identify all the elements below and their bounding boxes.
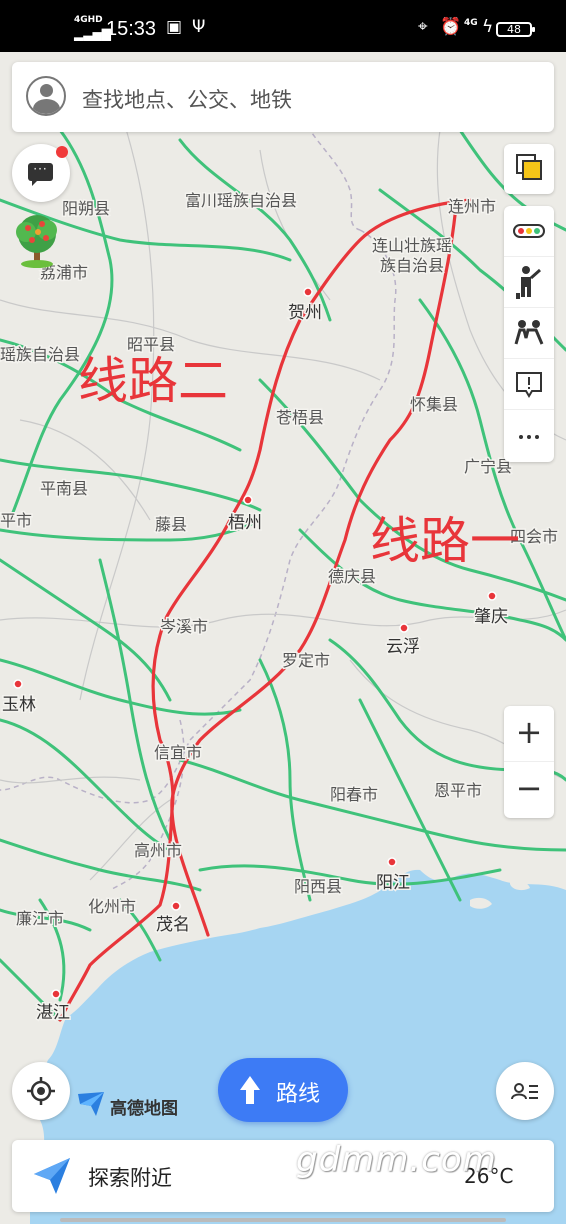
avatar-icon-body xyxy=(33,99,60,114)
amap-logo-icon xyxy=(78,1092,104,1116)
more-button[interactable] xyxy=(504,410,554,461)
zoom-in-button[interactable]: + xyxy=(504,706,554,762)
map-label: 云浮 xyxy=(386,637,420,656)
map-canvas[interactable]: 阳朔县 富川瑶族自治县 连州市 荔浦市 连山壮族瑶 族自治县 贺州 昭平县 瑶族… xyxy=(0,0,566,1224)
map-label: 苍梧县 xyxy=(276,409,324,427)
map-label: 德庆县 xyxy=(328,568,376,586)
map-label: 玉林 xyxy=(2,695,36,714)
map-label: 化州市 xyxy=(88,898,136,916)
people-icon xyxy=(514,320,544,345)
map-label: 罗定市 xyxy=(282,652,330,670)
feedback-icon xyxy=(516,372,542,398)
avatar-icon-head xyxy=(40,84,53,97)
network-type-label: 4GHD xyxy=(74,15,103,25)
charging-icon: ϟ xyxy=(482,17,494,37)
alarm-icon: ⏰ xyxy=(440,17,462,37)
locate-button[interactable] xyxy=(12,1062,70,1120)
map-label: 阳西县 xyxy=(294,878,342,896)
map-label: 恩平市 xyxy=(434,782,482,800)
list-icon xyxy=(511,1083,538,1100)
map-label: 肇庆 xyxy=(474,607,508,626)
crosshair-icon xyxy=(27,1077,55,1105)
app-notification-icon: ▣ xyxy=(166,17,183,37)
map-label: 连山壮族瑶 xyxy=(372,237,452,255)
message-icon: ··· xyxy=(28,163,53,186)
map-label: 高州市 xyxy=(134,842,182,860)
traffic-light-icon xyxy=(513,224,545,238)
street-view-button[interactable] xyxy=(504,257,554,308)
message-button[interactable]: ··· xyxy=(12,144,70,202)
route-two-annotation: 线路二 xyxy=(78,352,228,410)
amap-logo-text: 高德地图 xyxy=(110,1099,178,1119)
status-time: 15:33 xyxy=(106,18,157,40)
map-label: 阳春市 xyxy=(330,786,378,804)
route-arrow-icon xyxy=(240,1076,260,1104)
map-label: 湛江 xyxy=(36,1003,70,1022)
route-one-annotation: 线路一 xyxy=(370,512,520,570)
network-4g-label: 4G xyxy=(464,18,478,28)
notification-dot xyxy=(56,146,68,158)
location-icon: ⌖ xyxy=(418,17,428,37)
report-button[interactable] xyxy=(504,359,554,410)
map-label: 怀集县 xyxy=(410,396,458,414)
route-button[interactable]: 路线 xyxy=(218,1058,348,1122)
map-tool-panel xyxy=(504,144,554,462)
map-label: 连州市 xyxy=(448,198,496,216)
person-pointing-icon xyxy=(516,266,541,299)
zoom-out-button[interactable]: − xyxy=(504,762,554,818)
watermark: gdmm.com xyxy=(296,1140,497,1180)
home-indicator xyxy=(60,1218,506,1222)
layers-icon xyxy=(516,154,542,180)
city-dot xyxy=(243,495,253,505)
map-label: 族自治县 xyxy=(380,257,444,275)
zoom-controls: + − xyxy=(504,706,554,818)
search-bar[interactable]: 查找地点、公交、地铁 xyxy=(12,62,554,132)
map-label: 梧州 xyxy=(228,513,262,532)
status-bar: 4GHD ▂▃▅▇ 15:33 ▣ Ψ ⌖ ⏰ 4G ϟ 48 xyxy=(0,0,566,52)
map-label: 阳江 xyxy=(376,873,410,892)
city-dot xyxy=(399,623,409,633)
city-dot xyxy=(303,287,313,297)
map-label: 岑溪市 xyxy=(160,618,208,636)
map-label: 茂名 xyxy=(156,915,190,934)
map-label: 瑶族自治县 xyxy=(0,346,80,364)
tool-group xyxy=(504,206,554,462)
map-label: 贺州 xyxy=(288,303,322,322)
battery-level: 48 xyxy=(496,22,535,37)
layers-button[interactable] xyxy=(504,144,554,194)
city-dot xyxy=(487,591,497,601)
map-label: 阳朔县 xyxy=(62,200,110,218)
usb-icon: Ψ xyxy=(192,17,206,37)
fruit-tree-icon[interactable] xyxy=(12,212,62,270)
explore-nearby-label: 探索附近 xyxy=(88,1166,172,1190)
city-dot xyxy=(171,901,181,911)
city-dot xyxy=(387,857,397,867)
city-dot xyxy=(51,989,61,999)
route-button-label: 路线 xyxy=(276,1082,321,1107)
city-dot xyxy=(13,679,23,689)
map-label: 平市 xyxy=(0,512,32,530)
send-arrow-icon xyxy=(34,1158,70,1194)
map-label: 平南县 xyxy=(40,480,88,498)
avatar[interactable] xyxy=(26,76,66,116)
map-label: 藤县 xyxy=(155,516,187,534)
search-input[interactable]: 查找地点、公交、地铁 xyxy=(82,84,292,114)
map-label: 信宜市 xyxy=(154,744,202,762)
traffic-button[interactable] xyxy=(504,206,554,257)
group-travel-button[interactable] xyxy=(504,308,554,359)
map-label: 富川瑶族自治县 xyxy=(185,192,297,210)
list-button[interactable] xyxy=(496,1062,554,1120)
more-icon xyxy=(519,435,539,439)
map-label: 廉江市 xyxy=(16,910,64,928)
